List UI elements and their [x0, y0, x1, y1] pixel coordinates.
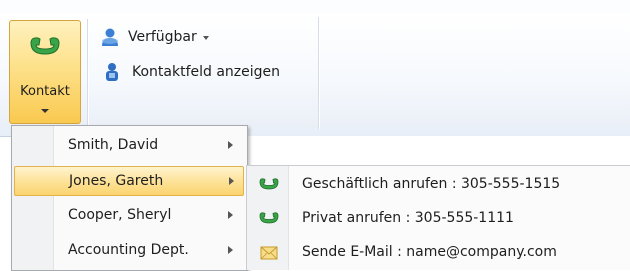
presence-person-icon — [102, 28, 118, 46]
ribbon-group-separator — [318, 17, 319, 129]
menu-item-cooper-sheryl[interactable]: Cooper, Sheryl — [14, 201, 244, 231]
submenu-arrow-icon — [228, 246, 233, 254]
contact-actions-submenu: Geschäftlich anrufen : 305-555-1515 Priv… — [246, 165, 630, 270]
presence-label: Verfügbar — [128, 29, 197, 45]
menu-item-label: Cooper, Sheryl — [68, 207, 172, 223]
call-business-item[interactable]: Geschäftlich anrufen : 305-555-1515 — [247, 168, 630, 202]
send-email-label: Sende E-Mail : name@company.com — [302, 244, 557, 260]
contact-dropdown-arrow — [41, 109, 49, 113]
menu-item-smith-david[interactable]: Smith, David — [14, 131, 244, 161]
menu-item-jones-gareth[interactable]: Jones, Gareth — [14, 166, 244, 196]
call-private-label: Privat anrufen : 305-555-1111 — [302, 210, 514, 226]
submenu-arrow-icon — [228, 141, 233, 149]
send-email-item[interactable]: Sende E-Mail : name@company.com — [247, 236, 630, 270]
contact-card-person-icon — [106, 63, 118, 81]
phone-handset-icon — [30, 37, 60, 55]
menu-item-label: Smith, David — [68, 137, 159, 153]
phone-handset-icon — [259, 178, 279, 190]
contact-dropdown-menu: Smith, David Jones, Gareth Cooper, Shery… — [11, 125, 248, 271]
show-contact-card-label: Kontaktfeld anzeigen — [132, 64, 281, 80]
ribbon — [0, 13, 630, 137]
presence-button[interactable]: Verfügbar — [100, 27, 209, 47]
menu-item-label: Jones, Gareth — [69, 173, 164, 189]
call-private-item[interactable]: Privat anrufen : 305-555-1111 — [247, 202, 630, 236]
contact-button-label: Kontakt — [20, 84, 70, 99]
envelope-icon — [260, 246, 278, 260]
content-area — [246, 136, 630, 164]
menu-item-accounting-dept[interactable]: Accounting Dept. — [14, 236, 244, 266]
phone-handset-icon — [259, 212, 279, 224]
show-contact-card-button[interactable]: Kontaktfeld anzeigen — [104, 62, 280, 82]
menu-item-label: Accounting Dept. — [68, 242, 189, 258]
window-top-strip — [0, 0, 630, 14]
contact-button[interactable]: Kontakt — [9, 20, 81, 124]
submenu-arrow-icon — [229, 177, 234, 185]
ribbon-separator — [87, 19, 88, 127]
submenu-arrow-icon — [228, 211, 233, 219]
call-business-label: Geschäftlich anrufen : 305-555-1515 — [302, 176, 561, 192]
presence-dropdown-arrow — [202, 36, 209, 40]
